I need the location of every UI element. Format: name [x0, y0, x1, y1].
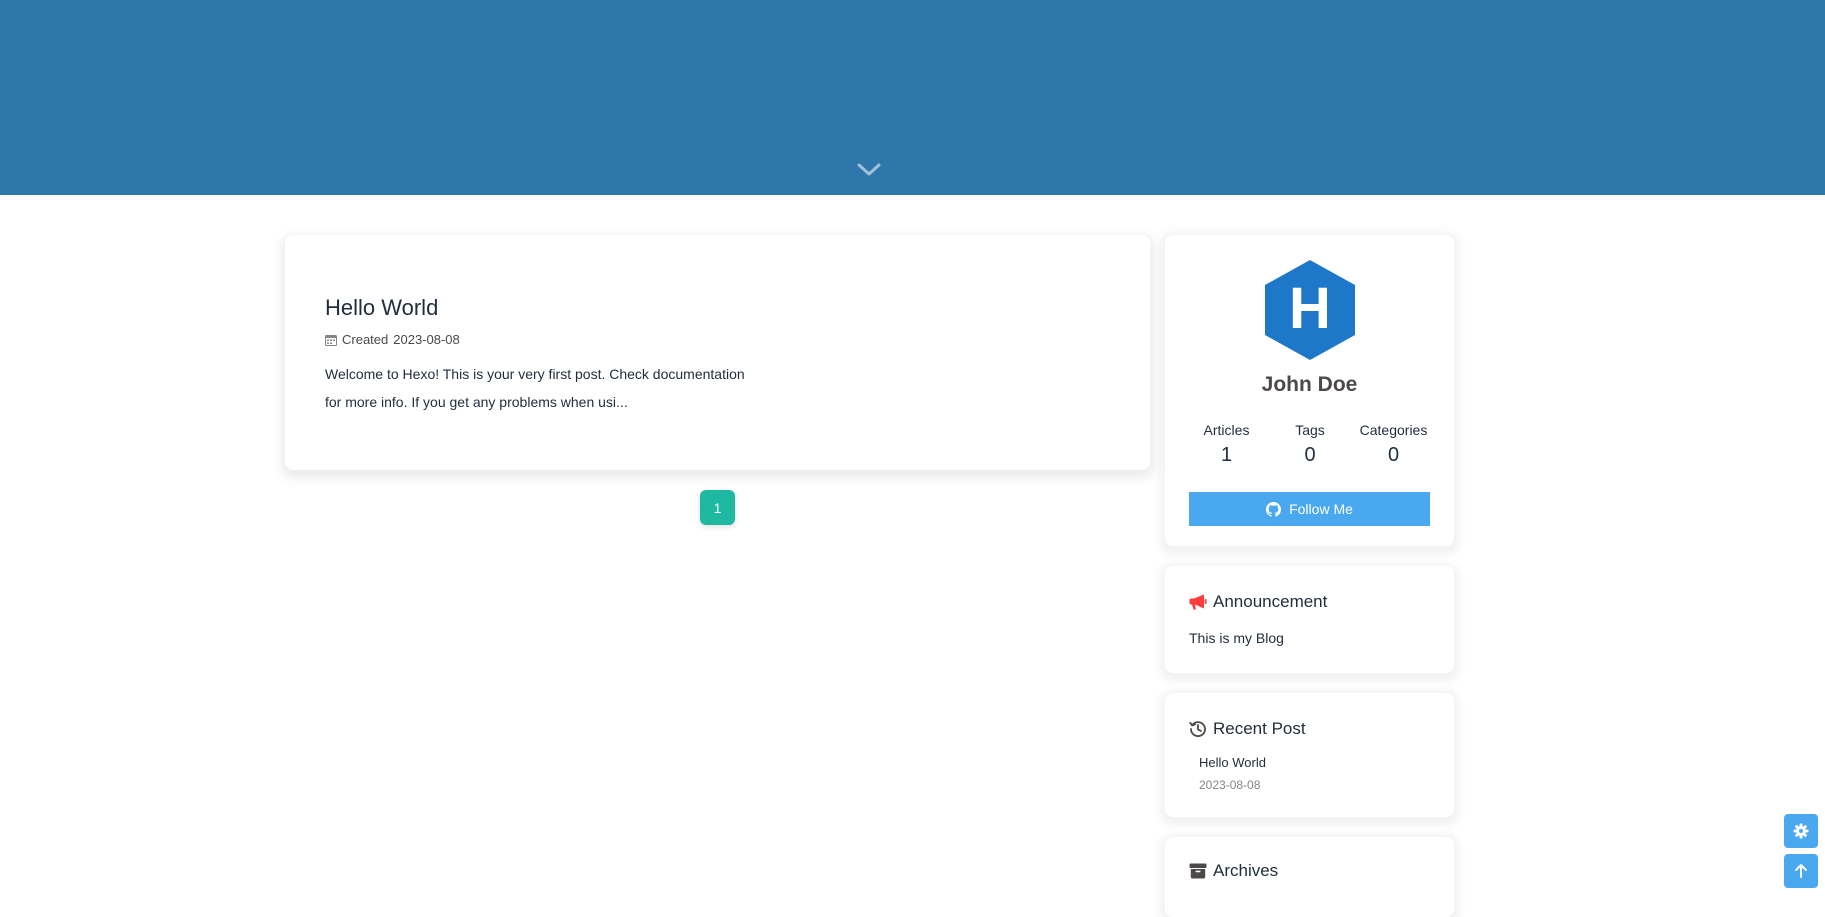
- recent-post-header: Recent Post: [1189, 719, 1306, 739]
- stat-categories[interactable]: Categories 0: [1352, 422, 1435, 467]
- header-banner: [0, 0, 1825, 195]
- author-name: John Doe: [1261, 373, 1358, 396]
- announcement-card: Announcement This is my Blog: [1165, 566, 1454, 673]
- history-icon: [1189, 721, 1206, 737]
- author-stats: Articles 1 Tags 0 Categories 0: [1185, 422, 1435, 467]
- recent-post-item[interactable]: Hello World 2023-08-08: [1199, 755, 1266, 792]
- recent-post-card: Recent Post Hello World 2023-08-08: [1165, 693, 1454, 817]
- chevron-down-icon[interactable]: [855, 160, 883, 180]
- recent-post-item-title[interactable]: Hello World: [1199, 755, 1266, 770]
- announcement-title: Announcement: [1213, 592, 1328, 611]
- avatar[interactable]: H: [1265, 260, 1355, 360]
- post-meta: Created 2023-08-08: [325, 332, 460, 347]
- bullhorn-icon: [1189, 594, 1207, 610]
- arrow-up-icon: [1795, 864, 1807, 878]
- archives-title: Archives: [1213, 861, 1279, 880]
- announcement-header: Announcement: [1189, 592, 1327, 612]
- recent-post-title: Recent Post: [1213, 719, 1306, 738]
- gear-icon: [1793, 823, 1809, 839]
- follow-me-button[interactable]: Follow Me: [1189, 492, 1430, 526]
- stat-label: Tags: [1295, 422, 1325, 438]
- pagination-page-1[interactable]: 1: [700, 490, 735, 525]
- avatar-letter: H: [1289, 276, 1331, 341]
- post-excerpt: Welcome to Hexo! This is your very first…: [325, 366, 745, 410]
- recent-post-item-date: 2023-08-08: [1199, 778, 1261, 792]
- archive-icon: [1189, 863, 1207, 879]
- post-date: 2023-08-08: [393, 332, 460, 347]
- post-title[interactable]: Hello World: [325, 295, 438, 321]
- author-card: H John Doe Articles 1 Tags 0 Categories …: [1165, 235, 1454, 546]
- back-to-top-button[interactable]: [1784, 854, 1818, 888]
- post-card: Hello World Created 2023-08-08 Welcome t…: [285, 235, 1150, 470]
- stat-value: 1: [1220, 444, 1233, 466]
- calendar-icon: [325, 334, 337, 346]
- settings-button[interactable]: [1784, 814, 1818, 848]
- stat-tags[interactable]: Tags 0: [1269, 422, 1352, 467]
- stat-label: Categories: [1359, 422, 1428, 438]
- stat-articles[interactable]: Articles 1: [1185, 422, 1268, 467]
- post-meta-prefix: Created: [342, 332, 389, 347]
- announcement-text: This is my Blog: [1189, 630, 1284, 646]
- stat-value: 0: [1387, 444, 1400, 466]
- follow-me-label: Follow Me: [1289, 501, 1353, 517]
- archives-card: Archives: [1165, 837, 1454, 917]
- stat-label: Articles: [1203, 422, 1250, 438]
- archives-header: Archives: [1189, 861, 1278, 881]
- github-icon: [1266, 501, 1282, 517]
- stat-value: 0: [1304, 444, 1316, 466]
